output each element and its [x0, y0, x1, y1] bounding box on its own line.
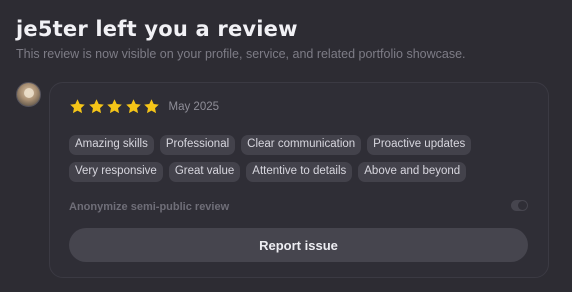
page-subtitle: This review is now visible on your profi… — [16, 47, 466, 61]
review-tag: Above and beyond — [358, 162, 467, 182]
review-tag: Very responsive — [69, 162, 163, 182]
review-tag: Clear communication — [241, 135, 362, 155]
review-tag: Amazing skills — [69, 135, 154, 155]
rating-stars: May 2025 — [69, 98, 219, 115]
anonymize-toggle[interactable] — [511, 200, 528, 211]
review-tag: Professional — [159, 135, 236, 155]
star-icon — [143, 98, 160, 115]
report-issue-button[interactable]: Report issue — [69, 228, 528, 262]
anonymize-label: Anonymize semi-public review — [69, 201, 230, 213]
star-icon — [88, 98, 105, 115]
review-tags: Amazing skills Professional Clear commun… — [69, 135, 539, 182]
review-tag: Great value — [168, 162, 241, 182]
page-title: je5ter left you a review — [16, 17, 298, 41]
review-card: May 2025 Amazing skills Professional Cle… — [49, 82, 549, 278]
review-tag: Proactive updates — [367, 135, 472, 155]
review-tag: Attentive to details — [246, 162, 353, 182]
star-icon — [69, 98, 86, 115]
review-date: May 2025 — [168, 100, 220, 113]
star-icon — [125, 98, 142, 115]
reviewer-avatar[interactable] — [16, 82, 41, 107]
star-icon — [106, 98, 123, 115]
